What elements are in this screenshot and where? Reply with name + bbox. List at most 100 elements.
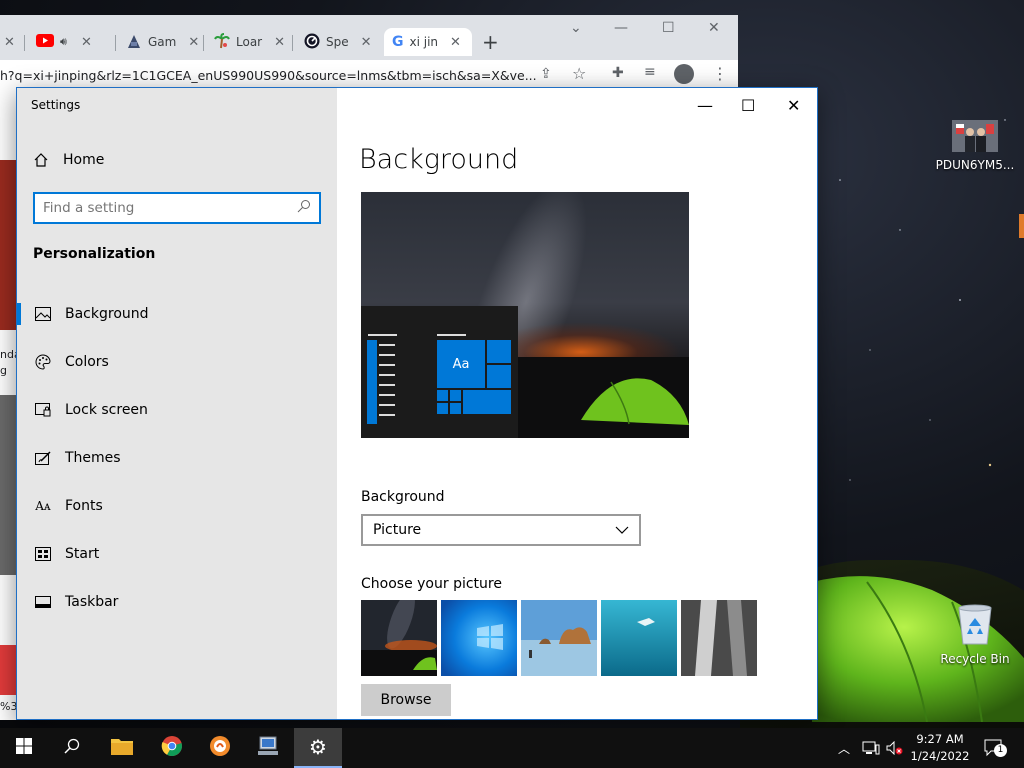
volume-muted-icon[interactable]	[886, 728, 904, 768]
action-center-button[interactable]: 1	[984, 728, 1008, 768]
app-taskbar-button[interactable]	[196, 728, 244, 768]
palette-icon	[35, 354, 51, 370]
system-clock[interactable]: 9:27 AM 1/24/2022	[908, 731, 972, 765]
nav-item-fonts[interactable]: Aᴀ Fonts	[17, 482, 337, 530]
media-queue-icon[interactable]: ≡	[644, 64, 656, 80]
desktop-icon-image-file[interactable]: PDUN6YM5...	[934, 120, 1016, 172]
personalization-nav-list: Background Colors Lock screen Themes Aᴀ …	[17, 290, 337, 626]
tab-partial[interactable]: ✕	[4, 28, 15, 56]
speaker-icon: 🔊︎	[60, 35, 67, 48]
search-icon	[297, 199, 311, 217]
tab-google-images[interactable]: G xi jin ✕	[384, 28, 472, 56]
close-icon[interactable]: ✕	[361, 35, 372, 50]
home-nav-item[interactable]: Home	[33, 152, 104, 168]
tab-divider	[292, 35, 293, 51]
search-button[interactable]	[48, 728, 96, 768]
chevron-up-icon[interactable]: ︿	[838, 728, 850, 768]
settings-taskbar-button[interactable]: ⚙	[294, 728, 342, 768]
settings-window[interactable]: Settings Home Personalization Background	[16, 87, 818, 720]
recycle-bin[interactable]: Recycle Bin	[934, 604, 1016, 666]
nav-item-label: Lock screen	[65, 402, 148, 418]
address-bar[interactable]: h?q=xi+jinping&rlz=1C1GCEA_enUS990US990&…	[0, 60, 738, 90]
tab-label: Loar	[236, 35, 263, 49]
close-icon[interactable]: ✕	[450, 35, 461, 50]
clock-date: 1/24/2022	[910, 749, 970, 763]
chevron-down-icon[interactable]: ⌄	[570, 20, 582, 36]
nav-item-label: Fonts	[65, 498, 103, 514]
nav-item-label: Start	[65, 546, 100, 562]
tab-speed[interactable]: Spe ✕	[304, 28, 372, 56]
taskbar-icon	[35, 594, 51, 610]
tab-game[interactable]: Gam ✕	[126, 28, 199, 56]
chrome-tabstrip: ✕ 🔊︎ ✕ Gam ✕ Loar ✕ Spe ✕ G xi jin ✕ + ⌄…	[0, 15, 738, 60]
nav-item-themes[interactable]: Themes	[17, 434, 337, 482]
palm-tree-icon	[214, 32, 230, 52]
file-explorer-button[interactable]	[98, 728, 146, 768]
nav-item-taskbar[interactable]: Taskbar	[17, 578, 337, 626]
maximize-icon[interactable]: ☐	[662, 20, 675, 36]
nav-item-colors[interactable]: Colors	[17, 338, 337, 386]
search-icon	[64, 738, 80, 758]
chrome-icon	[161, 735, 183, 761]
orange-app-icon	[209, 735, 231, 761]
chevron-down-icon	[615, 522, 629, 538]
preview-tent	[581, 378, 689, 425]
url-text[interactable]: h?q=xi+jinping&rlz=1C1GCEA_enUS990US990&…	[0, 68, 537, 83]
computer-icon	[257, 736, 279, 760]
thumbnail-underwater-swimmer[interactable]	[601, 600, 677, 676]
nav-item-label: Themes	[65, 450, 121, 466]
background-preview: Aa	[361, 192, 689, 438]
network-icon[interactable]	[862, 728, 880, 768]
nav-item-label: Colors	[65, 354, 109, 370]
find-setting-search[interactable]	[33, 192, 321, 224]
close-icon[interactable]: ✕	[708, 20, 720, 36]
tab-divider	[24, 35, 25, 51]
home-label: Home	[63, 152, 105, 168]
settings-nav-pane: Settings Home Personalization Background	[17, 88, 337, 719]
browse-button[interactable]: Browse	[361, 684, 451, 716]
thumbnail-windows-blue[interactable]	[441, 600, 517, 676]
picture-icon	[35, 306, 51, 322]
recycle-bin-icon	[955, 604, 995, 646]
notification-count: 1	[994, 744, 1007, 757]
close-icon[interactable]: ✕	[787, 96, 800, 115]
tab-youtube[interactable]: 🔊︎ ✕	[36, 28, 92, 56]
minimize-icon[interactable]: —	[697, 96, 713, 115]
share-icon[interactable]: ⇪	[540, 66, 552, 82]
chrome-menu-icon[interactable]: ⋮	[712, 64, 728, 83]
close-icon[interactable]: ✕	[4, 35, 15, 50]
computer-taskbar-button[interactable]	[244, 728, 292, 768]
thumbnail-waterfall[interactable]	[681, 600, 757, 676]
close-icon[interactable]: ✕	[81, 35, 92, 50]
section-heading: Personalization	[33, 246, 156, 262]
maximize-icon[interactable]: ☐	[741, 96, 755, 115]
window-title: Settings	[31, 98, 81, 112]
nav-item-lock-screen[interactable]: Lock screen	[17, 386, 337, 434]
profile-avatar-icon[interactable]	[674, 64, 694, 84]
close-icon[interactable]: ✕	[274, 35, 285, 50]
tab-divider	[203, 35, 204, 51]
preview-tile-aa: Aa	[437, 340, 485, 388]
background-label: Background	[361, 489, 445, 505]
start-button[interactable]	[0, 728, 48, 768]
chrome-taskbar-button[interactable]	[148, 728, 196, 768]
extensions-puzzle-icon[interactable]: ✚	[612, 65, 624, 81]
background-type-dropdown[interactable]: Picture	[361, 514, 641, 546]
bookmark-star-icon[interactable]: ☆	[572, 64, 586, 83]
close-icon[interactable]: ✕	[188, 35, 199, 50]
page-fragment: %3	[0, 700, 18, 713]
thumbnail-beach-rocks[interactable]	[521, 600, 597, 676]
new-tab-button[interactable]: +	[482, 28, 499, 56]
preview-tile-text: Aa	[452, 356, 470, 372]
tab-divider	[115, 35, 116, 51]
thumbnail-night-tent[interactable]	[361, 600, 437, 676]
nav-item-start[interactable]: Start	[17, 530, 337, 578]
tab-loan[interactable]: Loar ✕	[214, 28, 285, 56]
minimize-icon[interactable]: —	[614, 20, 628, 36]
search-input[interactable]	[43, 200, 297, 216]
nav-item-background[interactable]: Background	[17, 290, 337, 338]
lock-screen-icon	[35, 402, 51, 418]
tab-label: Spe	[326, 35, 349, 49]
themes-icon	[35, 450, 51, 466]
nav-item-label: Background	[65, 306, 149, 322]
